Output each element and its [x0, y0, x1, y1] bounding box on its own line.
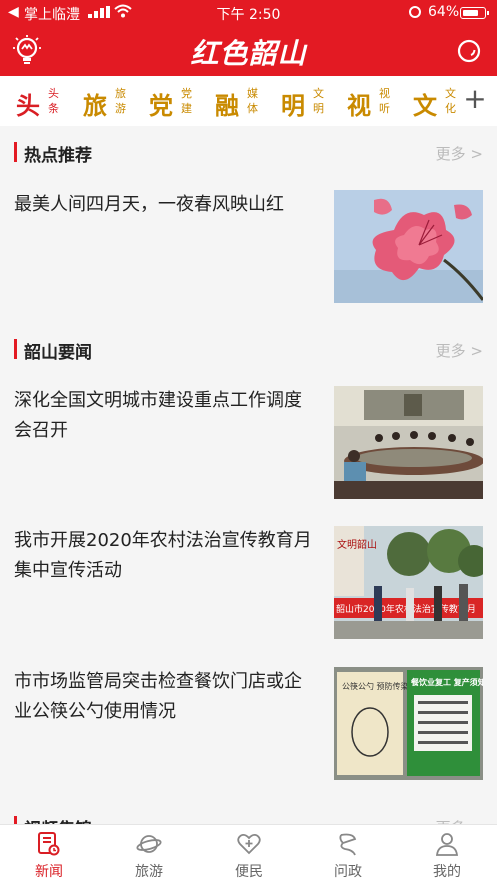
channel-label: 视听 [379, 87, 390, 115]
section-header-hot: 热点推荐 更多 > [0, 132, 497, 172]
news-icon [38, 832, 60, 856]
battery-percent: 64% [428, 4, 460, 20]
photo-banner-text: 韶山市2020年农村法治宣传教育月 [336, 603, 476, 615]
poster-photo: 公筷公勺 预防传染 餐饮业复工 复产须知 [334, 667, 483, 780]
channel-label: 党建 [181, 87, 192, 115]
section-header-news: 韶山要闻 更多 > [0, 329, 497, 369]
clock: 下午 2:50 [216, 7, 281, 23]
channel-char: 旅 [83, 91, 107, 120]
channel-label: 文明 [313, 87, 324, 115]
section-marker [14, 339, 17, 359]
channel-char: 文 [413, 91, 437, 120]
person-icon [435, 833, 459, 856]
poster-right-title: 餐饮业复工 复产须知 [410, 677, 483, 687]
tab-services[interactable]: 便民 [219, 831, 279, 881]
meeting-photo [334, 386, 483, 499]
channel-label: 媒体 [247, 87, 258, 115]
photo-sign-text: 文明韶山 [337, 538, 377, 551]
article-title: 深化全国文明城市建设重点工作调度会召开 [14, 390, 302, 441]
section-marker [14, 142, 17, 162]
status-bar: ◀ 掌上临澧 下午 2:50 64% [0, 0, 497, 26]
section-title: 热点推荐 [24, 146, 92, 166]
azalea-photo [334, 190, 483, 303]
tab-label: 新闻 [35, 864, 63, 880]
orientation-lock-icon [409, 6, 421, 18]
article-title: 我市开展2020年农村法治宣传教育月集中宣传活动 [14, 530, 312, 581]
app-logo: 红色韶山 [190, 37, 307, 70]
channel-char: 融 [215, 91, 239, 120]
tab-label: 旅游 [135, 864, 163, 880]
section-title: 韶山要闻 [24, 343, 92, 363]
tab-news[interactable]: 新闻 [19, 831, 79, 881]
add-channel-button[interactable]: + [460, 84, 490, 114]
article-title: 最美人间四月天，一夜春风映山红 [14, 194, 284, 215]
tab-label: 便民 [235, 864, 263, 880]
article-title: 市市场监管局突击检查餐饮门店或企业公筷公勺使用情况 [14, 671, 302, 722]
dragon-icon [339, 833, 357, 856]
outdoor-event-photo: 文明韶山 韶山市2020年农村法治宣传教育月 [334, 526, 483, 639]
channel-label: 旅游 [115, 87, 126, 115]
planet-icon [136, 835, 162, 853]
bottom-tab-bar: 新闻 旅游 便民 问政 我的 [0, 824, 497, 883]
tab-politics[interactable]: 问政 [318, 831, 378, 881]
more-link[interactable]: 更多 > [436, 340, 483, 361]
battery-icon [460, 7, 489, 19]
channel-label: 头条 [48, 87, 59, 115]
search-icon[interactable] [456, 38, 482, 64]
tab-travel[interactable]: 旅游 [119, 831, 179, 881]
tab-mine[interactable]: 我的 [417, 831, 477, 881]
channel-char: 党 [149, 91, 173, 120]
tab-label: 我的 [433, 864, 461, 880]
tab-label: 问政 [334, 864, 362, 880]
channel-label: 文化 [445, 87, 456, 115]
poster-left-title: 公筷公勺 预防传染 [342, 681, 409, 691]
app-header: ◀ 掌上临澧 下午 2:50 64% 红色韶山 [0, 0, 497, 76]
more-link[interactable]: 更多 > [436, 143, 483, 164]
channel-bar: 头 头条 旅 旅游 党 党建 融 媒体 明 文明 视 视听 文 文化 + [0, 76, 497, 126]
channel-char: 明 [281, 91, 305, 120]
heart-plus-icon [237, 834, 261, 855]
channel-char: 头 [16, 91, 40, 120]
channel-char: 视 [347, 91, 371, 120]
